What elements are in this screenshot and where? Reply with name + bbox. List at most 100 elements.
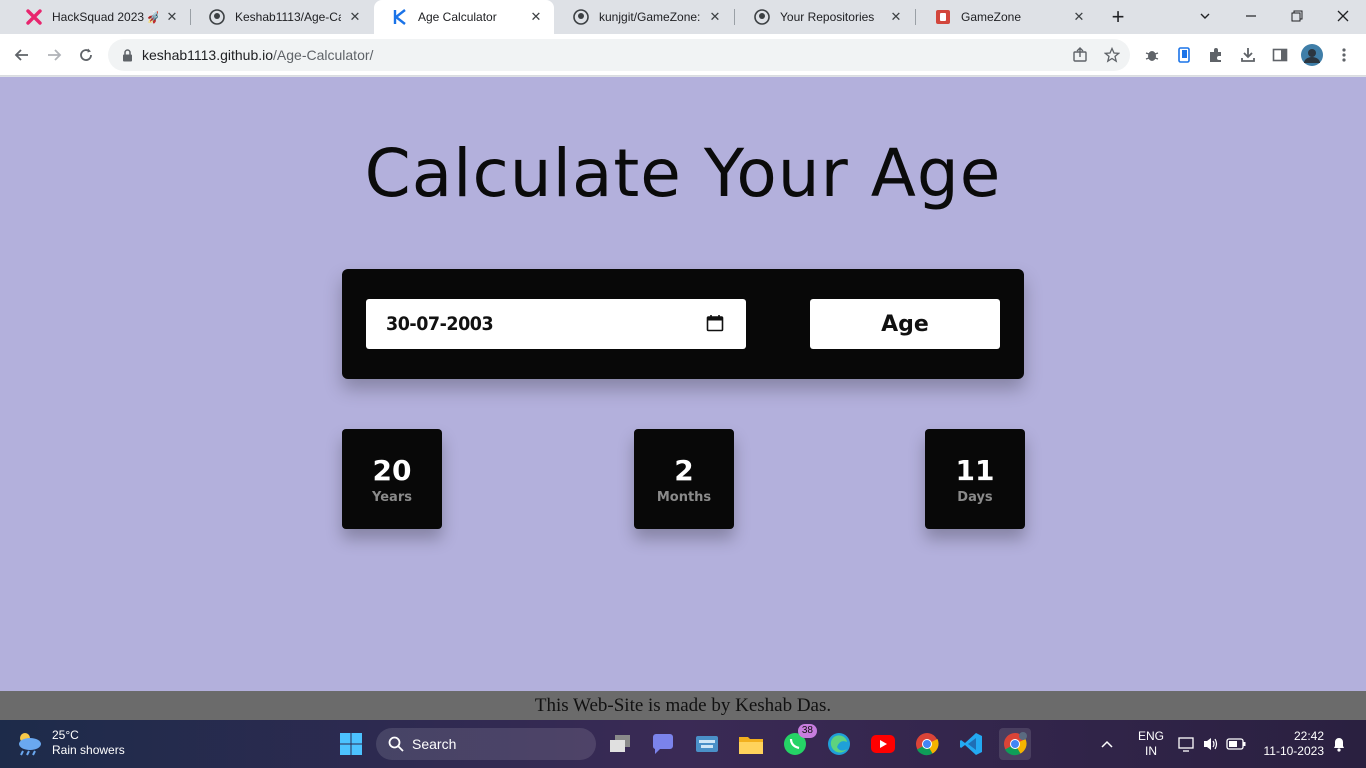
birthdate-input[interactable]: 30-07-2003: [366, 299, 746, 349]
browser-toolbar: keshab1113.github.io/Age-Calculator/: [0, 34, 1366, 76]
tab-separator: [734, 9, 735, 25]
github-icon: [209, 9, 225, 25]
lock-icon[interactable]: [120, 48, 134, 62]
clock-time: 22:42: [1293, 729, 1324, 743]
vscode-icon[interactable]: [955, 728, 987, 760]
chrome-icon[interactable]: [911, 728, 943, 760]
language-secondary: IN: [1145, 744, 1157, 758]
page-body: Calculate Your Age 30-07-2003 Age 20 Yea…: [0, 77, 1366, 691]
hacksquad-x-icon: [26, 9, 42, 25]
tab-keshab-repo[interactable]: Keshab1113/Age-Calc ✕: [191, 0, 373, 34]
close-icon[interactable]: ✕: [1071, 9, 1087, 25]
search-label: Search: [412, 736, 457, 752]
reload-icon: [80, 48, 92, 61]
tab-title: Age Calculator: [418, 10, 497, 24]
tab-strip: HackSquad 2023 🚀 ✕ Keshab1113/Age-Calc ✕…: [0, 0, 1366, 34]
touch-keyboard-icon[interactable]: [691, 728, 723, 760]
url-host: keshab1113.github.io: [142, 47, 274, 63]
page-footer: This Web-Site is made by Keshab Das.: [0, 691, 1366, 720]
days-value: 11: [955, 453, 995, 487]
years-box: 20 Years: [342, 429, 442, 529]
share-icon[interactable]: [1070, 45, 1090, 65]
clock-date: 11-10-2023: [1263, 744, 1325, 758]
file-explorer-icon[interactable]: [735, 728, 767, 760]
close-icon[interactable]: ✕: [528, 9, 544, 25]
weather-temp: 25°C: [52, 728, 79, 742]
more-menu-icon[interactable]: [1333, 44, 1355, 66]
tab-age-calculator[interactable]: Age Calculator ✕: [374, 0, 554, 34]
github-icon: [573, 9, 589, 25]
forward-button[interactable]: [39, 40, 69, 70]
youtube-icon[interactable]: [867, 728, 899, 760]
whatsapp-icon[interactable]: 38: [779, 724, 817, 760]
side-panel-icon[interactable]: [1269, 44, 1291, 66]
back-button[interactable]: [7, 40, 37, 70]
chat-icon[interactable]: [647, 728, 679, 760]
tab-title: HackSquad 2023 🚀: [52, 10, 158, 24]
extensions-puzzle-icon[interactable]: [1205, 44, 1227, 66]
profile-avatar[interactable]: [1301, 44, 1323, 66]
device-extension-icon[interactable]: [1173, 44, 1195, 66]
days-label: Days: [957, 489, 993, 505]
chevron-up-icon: [1101, 740, 1113, 748]
close-icon[interactable]: ✕: [347, 9, 363, 25]
days-box: 11 Days: [925, 429, 1025, 529]
url-path: /Age-Calculator/: [273, 47, 374, 63]
input-panel: 30-07-2003 Age: [342, 269, 1024, 379]
notification-badge: 38: [797, 724, 817, 738]
new-tab-button[interactable]: +: [1104, 3, 1132, 31]
windows-taskbar: 25°C Rain showers Search 38 ENG IN 22:42…: [0, 720, 1366, 768]
tab-gamezone[interactable]: GameZone ✕: [917, 0, 1097, 34]
restore-button[interactable]: [1274, 0, 1320, 32]
network-icon[interactable]: [1178, 720, 1196, 768]
address-bar[interactable]: keshab1113.github.io/Age-Calculator/: [108, 39, 1130, 71]
months-label: Months: [656, 489, 712, 505]
close-window-button[interactable]: [1320, 0, 1366, 32]
close-icon[interactable]: ✕: [164, 9, 180, 25]
bug-extension-icon[interactable]: [1141, 44, 1163, 66]
tab-title: Keshab1113/Age-Calc: [235, 10, 341, 24]
minimize-button[interactable]: [1228, 0, 1274, 32]
calculate-age-button[interactable]: Age: [810, 299, 1000, 349]
rain-cloud-icon: [19, 733, 41, 756]
url-text: keshab1113.github.io/Age-Calculator/: [142, 47, 373, 63]
months-value: 2: [674, 453, 694, 487]
chrome-active-icon[interactable]: [999, 728, 1031, 760]
tab-title: Your Repositories: [780, 10, 875, 24]
windows-logo-icon: [340, 733, 362, 755]
reload-button[interactable]: [71, 40, 101, 70]
task-view-icon[interactable]: [604, 728, 636, 760]
clock[interactable]: 22:42 11-10-2023: [1258, 720, 1325, 768]
weather-description: Rain showers: [52, 743, 125, 757]
weather-widget[interactable]: 25°C Rain showers: [14, 728, 125, 758]
volume-icon[interactable]: [1202, 720, 1220, 768]
years-label: Years: [372, 489, 412, 505]
battery-icon[interactable]: [1226, 720, 1246, 768]
back-arrow-icon: [14, 49, 28, 61]
language-indicator[interactable]: ENG IN: [1136, 720, 1166, 768]
tab-separator: [915, 9, 916, 25]
github-icon: [754, 9, 770, 25]
tab-title: kunjgit/GameZone: T: [599, 10, 701, 24]
search-icon: [388, 736, 404, 752]
show-hidden-icons[interactable]: [1100, 720, 1114, 768]
notification-icon[interactable]: [1332, 720, 1346, 768]
taskbar-search[interactable]: Search: [376, 728, 596, 760]
start-button[interactable]: [335, 728, 367, 760]
close-icon[interactable]: ✕: [707, 9, 723, 25]
page-title: Calculate Your Age: [364, 135, 1002, 212]
bookmark-star-icon[interactable]: [1102, 45, 1122, 65]
close-icon[interactable]: ✕: [888, 9, 904, 25]
calendar-icon[interactable]: [706, 314, 724, 332]
tab-your-repositories[interactable]: Your Repositories ✕: [736, 0, 914, 34]
forward-arrow-icon: [48, 49, 62, 61]
tab-title: GameZone: [961, 10, 1022, 24]
birthdate-value: 30-07-2003: [386, 313, 494, 335]
gamezone-icon: [935, 9, 951, 25]
months-box: 2 Months: [634, 429, 734, 529]
download-icon[interactable]: [1237, 44, 1259, 66]
tab-search-chevron-icon[interactable]: [1182, 0, 1228, 32]
tab-gamezone-repo[interactable]: kunjgit/GameZone: T ✕: [555, 0, 733, 34]
tab-hacksquad[interactable]: HackSquad 2023 🚀 ✕: [8, 0, 190, 34]
edge-icon[interactable]: [823, 728, 855, 760]
